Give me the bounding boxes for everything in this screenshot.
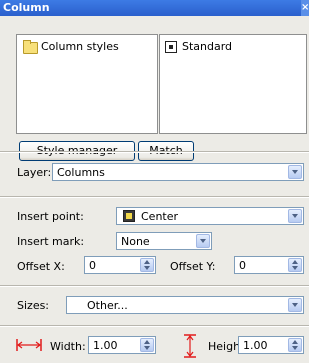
chevron-down-icon[interactable] <box>288 298 302 312</box>
insert-point-value: Center <box>141 210 179 223</box>
style-item-standard[interactable]: Standard <box>182 40 232 53</box>
tree-item-column-styles[interactable]: Column styles <box>41 40 119 53</box>
sizes-select[interactable]: Other... <box>66 296 304 314</box>
offset-y-stepper[interactable]: 0 <box>234 256 304 274</box>
offset-x-stepper[interactable]: 0 <box>84 256 156 274</box>
offset-x-label: Offset X: <box>17 260 65 273</box>
insert-mark-value: None <box>121 235 150 248</box>
divider <box>0 326 309 327</box>
sizes-value: Other... <box>87 299 128 312</box>
offset-y-label: Offset Y: <box>170 260 216 273</box>
height-value: 1.00 <box>243 339 268 352</box>
column-panel: Column styles Standard Style manager Mat… <box>0 16 309 363</box>
layer-label: Layer: <box>17 166 52 179</box>
insert-mark-label: Insert mark: <box>17 235 85 248</box>
insert-point-select[interactable]: Center <box>116 207 304 225</box>
divider <box>0 286 309 287</box>
insert-mark-select[interactable]: None <box>116 232 212 250</box>
standard-style-icon <box>165 41 177 53</box>
divider <box>0 197 309 198</box>
height-stepper[interactable]: 1.00 <box>238 336 304 354</box>
spin-arrows-icon[interactable] <box>288 258 302 272</box>
height-arrow-icon <box>184 334 196 358</box>
offset-y-value: 0 <box>239 259 246 272</box>
layer-select[interactable]: Columns <box>52 163 304 181</box>
chevron-down-icon[interactable] <box>288 165 302 179</box>
width-value: 1.00 <box>93 339 118 352</box>
style-tree-list[interactable]: Column styles <box>16 34 158 134</box>
width-stepper[interactable]: 1.00 <box>88 336 156 354</box>
offset-x-value: 0 <box>89 259 96 272</box>
title-bar: Column × <box>0 0 309 16</box>
sizes-label: Sizes: <box>17 299 50 312</box>
divider <box>0 152 309 153</box>
width-label: Width: <box>50 340 86 353</box>
style-preview-list[interactable]: Standard <box>159 34 307 134</box>
height-label: Heigh <box>208 340 241 353</box>
folder-icon <box>23 40 38 54</box>
insert-point-label: Insert point: <box>17 210 84 223</box>
chevron-down-icon[interactable] <box>196 234 210 248</box>
close-icon[interactable]: × <box>301 0 309 16</box>
width-arrow-icon <box>16 339 42 351</box>
layer-value: Columns <box>57 166 105 179</box>
center-point-icon <box>123 210 135 222</box>
chevron-down-icon[interactable] <box>288 209 302 223</box>
window-title: Column <box>3 1 50 14</box>
spin-arrows-icon[interactable] <box>140 338 154 352</box>
spin-arrows-icon[interactable] <box>288 338 302 352</box>
spin-arrows-icon[interactable] <box>140 258 154 272</box>
